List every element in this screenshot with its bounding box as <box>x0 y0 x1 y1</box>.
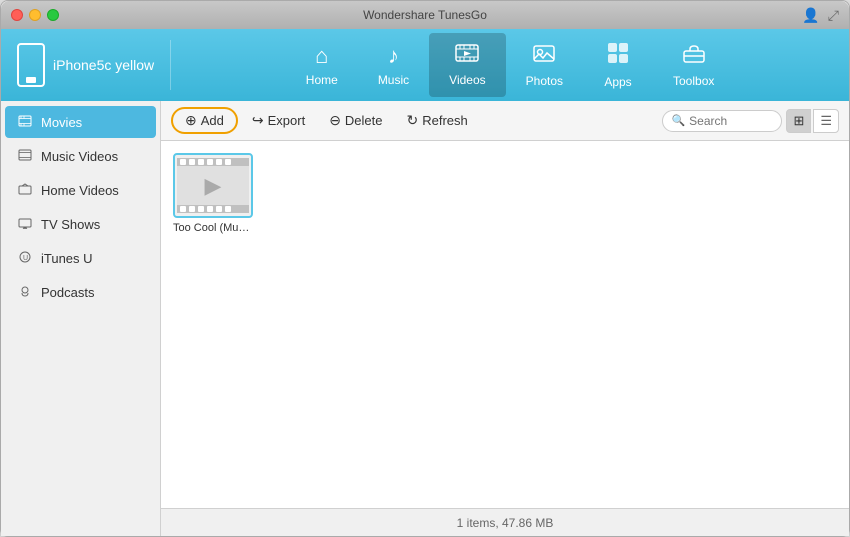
sidebar-item-tv-shows[interactable]: TV Shows <box>5 208 156 240</box>
search-box[interactable]: 🔍 <box>662 110 782 132</box>
minimize-button[interactable] <box>29 9 41 21</box>
add-icon: ⊕ <box>185 112 197 129</box>
sidebar-item-music-videos[interactable]: Music Videos <box>5 140 156 172</box>
app-window: Wondershare TunesGo 👤 ⤢ iPhone5c yellow … <box>0 0 850 537</box>
sidebar-item-itunes-u[interactable]: U iTunes U <box>5 242 156 274</box>
sidebar-label-home-videos: Home Videos <box>41 183 119 198</box>
nav-bar: iPhone5c yellow ⌂ Home ♪ Music <box>1 29 849 101</box>
nav-item-toolbox[interactable]: Toolbox <box>653 33 734 97</box>
itunes-u-icon: U <box>17 250 33 266</box>
svg-text:U: U <box>23 255 28 262</box>
apps-icon <box>606 41 630 71</box>
nav-label-photos: Photos <box>526 74 563 88</box>
tv-shows-icon <box>17 216 33 232</box>
video-item[interactable]: ▶ Too Cool (Musi... <box>173 153 253 234</box>
delete-icon: ⊖ <box>329 112 341 129</box>
film-hole <box>207 206 213 212</box>
nav-label-music: Music <box>378 73 409 87</box>
grid-view-button[interactable]: ⊞ <box>786 109 811 133</box>
status-text: 1 items, 47.86 MB <box>457 516 554 530</box>
main-area: Movies Music Videos Home Videos TV Shows <box>1 101 849 536</box>
device-label: iPhone5c yellow <box>1 43 170 87</box>
delete-button[interactable]: ⊖ Delete <box>319 108 392 133</box>
video-thumbnail: ▶ <box>173 153 253 218</box>
expand-icon[interactable]: ⤢ <box>828 7 839 24</box>
nav-label-home: Home <box>306 73 338 87</box>
export-label: Export <box>268 113 306 128</box>
sidebar-label-podcasts: Podcasts <box>41 285 94 300</box>
export-button[interactable]: ↪ Export <box>242 108 315 133</box>
phone-icon <box>17 43 45 87</box>
movies-sidebar-icon <box>17 114 33 130</box>
home-icon: ⌂ <box>315 43 328 69</box>
nav-label-apps: Apps <box>604 75 631 89</box>
sidebar-item-movies[interactable]: Movies <box>5 106 156 138</box>
search-icon: 🔍 <box>671 114 685 127</box>
sidebar-label-tv-shows: TV Shows <box>41 217 100 232</box>
film-hole <box>180 206 186 212</box>
nav-items: ⌂ Home ♪ Music <box>171 33 849 97</box>
refresh-icon: ↻ <box>407 112 419 129</box>
music-icon: ♪ <box>388 43 399 69</box>
list-view-button[interactable]: ☰ <box>813 109 839 133</box>
play-icon: ▶ <box>205 173 222 199</box>
toolbar: ⊕ Add ↪ Export ⊖ Delete ↻ Refresh 🔍 <box>161 101 849 141</box>
toolbox-icon <box>682 42 706 70</box>
sidebar-item-home-videos[interactable]: Home Videos <box>5 174 156 206</box>
add-button[interactable]: ⊕ Add <box>171 107 238 134</box>
music-videos-icon <box>17 148 33 164</box>
sidebar-label-movies: Movies <box>41 115 82 130</box>
nav-item-apps[interactable]: Apps <box>583 33 653 97</box>
film-hole <box>225 206 231 212</box>
sidebar-label-itunes-u: iTunes U <box>41 251 93 266</box>
nav-item-home[interactable]: ⌂ Home <box>286 33 358 97</box>
home-videos-icon <box>17 182 33 198</box>
film-hole <box>216 206 222 212</box>
nav-label-toolbox: Toolbox <box>673 74 714 88</box>
film-hole <box>198 206 204 212</box>
user-icon[interactable]: 👤 <box>802 7 819 24</box>
film-hole <box>189 159 195 165</box>
film-hole <box>189 206 195 212</box>
close-button[interactable] <box>11 9 23 21</box>
status-bar: 1 items, 47.86 MB <box>161 508 849 536</box>
device-name: iPhone5c yellow <box>53 57 154 73</box>
podcasts-icon <box>17 284 33 300</box>
export-icon: ↪ <box>252 112 264 129</box>
content-grid: ▶ Too Cool (Musi... <box>161 141 849 508</box>
video-thumb-inner: ▶ <box>177 158 249 213</box>
title-bar-actions: 👤 ⤢ <box>802 7 839 24</box>
film-hole <box>207 159 213 165</box>
sidebar: Movies Music Videos Home Videos TV Shows <box>1 101 161 536</box>
maximize-button[interactable] <box>47 9 59 21</box>
photos-icon <box>532 42 556 70</box>
sidebar-item-podcasts[interactable]: Podcasts <box>5 276 156 308</box>
title-bar: Wondershare TunesGo 👤 ⤢ <box>1 1 849 29</box>
window-title: Wondershare TunesGo <box>363 8 487 22</box>
video-label: Too Cool (Musi... <box>173 222 253 234</box>
film-hole <box>198 159 204 165</box>
nav-label-videos: Videos <box>449 73 485 87</box>
film-hole <box>225 159 231 165</box>
content-panel: ⊕ Add ↪ Export ⊖ Delete ↻ Refresh 🔍 <box>161 101 849 536</box>
nav-item-videos[interactable]: Videos <box>429 33 505 97</box>
nav-item-photos[interactable]: Photos <box>506 33 583 97</box>
traffic-lights <box>11 9 59 21</box>
film-hole <box>180 159 186 165</box>
delete-label: Delete <box>345 113 383 128</box>
film-hole <box>216 159 222 165</box>
add-label: Add <box>201 113 224 128</box>
search-input[interactable] <box>689 114 769 128</box>
view-toggle: ⊞ ☰ <box>786 109 839 133</box>
refresh-button[interactable]: ↻ Refresh <box>397 108 478 133</box>
film-strip-bottom <box>177 205 249 213</box>
videos-icon <box>455 43 479 69</box>
refresh-label: Refresh <box>422 113 468 128</box>
sidebar-label-music-videos: Music Videos <box>41 149 118 164</box>
nav-item-music[interactable]: ♪ Music <box>358 33 429 97</box>
film-strip-top <box>177 158 249 166</box>
